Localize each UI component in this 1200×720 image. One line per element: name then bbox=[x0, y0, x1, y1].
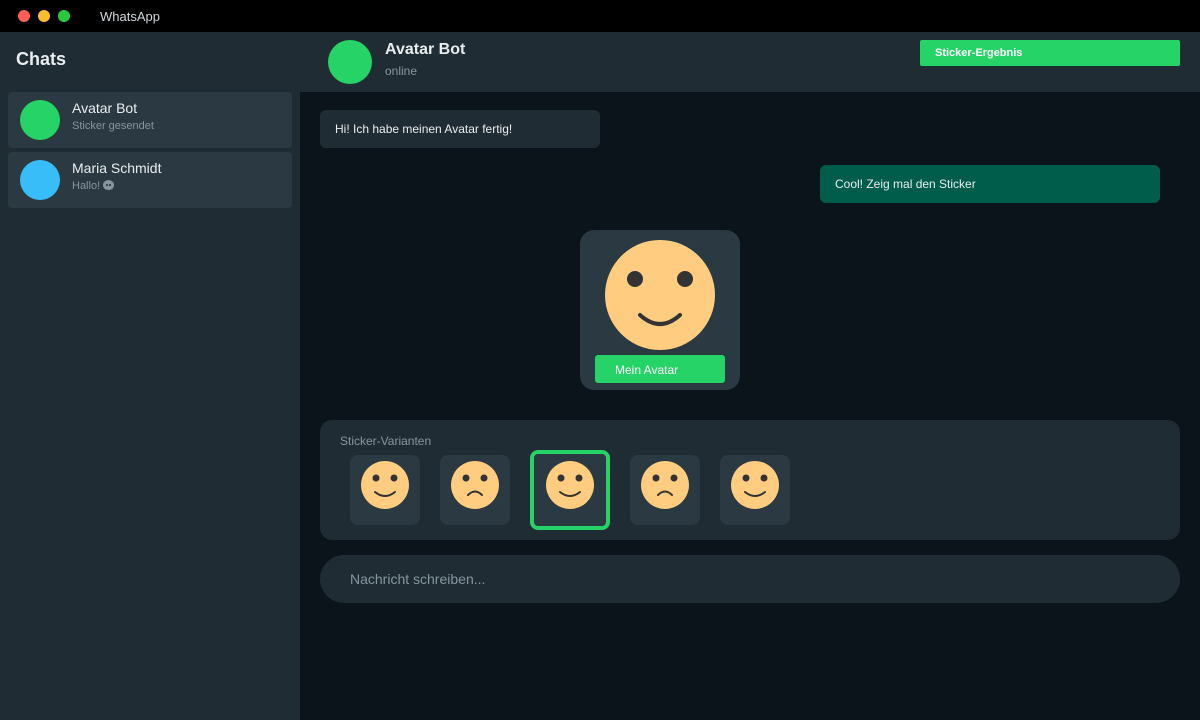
sticker-variant-3-selected[interactable] bbox=[530, 450, 610, 530]
smiley-face-icon bbox=[605, 240, 715, 350]
smile-face-icon bbox=[361, 461, 409, 509]
window-title: WhatsApp bbox=[100, 9, 160, 24]
close-window-button[interactable] bbox=[18, 10, 30, 22]
message-input[interactable] bbox=[350, 555, 1150, 603]
message-compose-bar bbox=[320, 555, 1180, 603]
sticker-variant-4[interactable] bbox=[630, 455, 700, 525]
smile-face-icon bbox=[731, 461, 779, 509]
sad-face-icon bbox=[641, 461, 689, 509]
smile-face-icon bbox=[546, 461, 594, 509]
avatar bbox=[20, 100, 60, 140]
sticker-variants-panel: Sticker-Varianten bbox=[320, 420, 1180, 540]
incoming-message: Hi! Ich habe meinen Avatar fertig! bbox=[320, 110, 600, 148]
sticker-caption: Mein Avatar bbox=[595, 355, 725, 383]
chat-name: Maria Schmidt bbox=[72, 160, 162, 176]
sidebar-title: Chats bbox=[16, 49, 67, 69]
contact-name: Avatar Bot bbox=[385, 41, 466, 58]
sticker-variant-5[interactable] bbox=[720, 455, 790, 525]
avatar[interactable] bbox=[328, 40, 372, 84]
emoji-face-icon bbox=[103, 180, 115, 190]
minimize-window-button[interactable] bbox=[38, 10, 50, 22]
variants-label: Sticker-Varianten bbox=[340, 434, 432, 448]
chat-preview: Hallo! bbox=[72, 180, 115, 192]
chat-name: Avatar Bot bbox=[72, 100, 138, 116]
chat-item-maria-schmidt[interactable]: Maria Schmidt Hallo! bbox=[8, 152, 292, 208]
sticker-message[interactable]: Mein Avatar bbox=[580, 230, 740, 390]
chat-preview-text: Hallo! bbox=[72, 180, 101, 192]
avatar bbox=[20, 160, 60, 200]
sidebar: Chats Avatar Bot Sticker gesendet Maria … bbox=[0, 32, 300, 720]
chat-preview: Sticker gesendet bbox=[72, 120, 154, 132]
chat-header: Avatar Bot online Sticker-Ergebnis bbox=[300, 32, 1200, 92]
sticker-result-button[interactable]: Sticker-Ergebnis bbox=[920, 40, 1180, 66]
sad-face-icon bbox=[451, 461, 499, 509]
maximize-window-button[interactable] bbox=[58, 10, 70, 22]
outgoing-message: Cool! Zeig mal den Sticker bbox=[820, 165, 1160, 203]
sticker-variant-1[interactable] bbox=[350, 455, 420, 525]
contact-status: online bbox=[385, 64, 418, 78]
title-bar: WhatsApp bbox=[0, 0, 1200, 32]
chat-item-avatar-bot[interactable]: Avatar Bot Sticker gesendet bbox=[8, 92, 292, 148]
sticker-variant-2[interactable] bbox=[440, 455, 510, 525]
